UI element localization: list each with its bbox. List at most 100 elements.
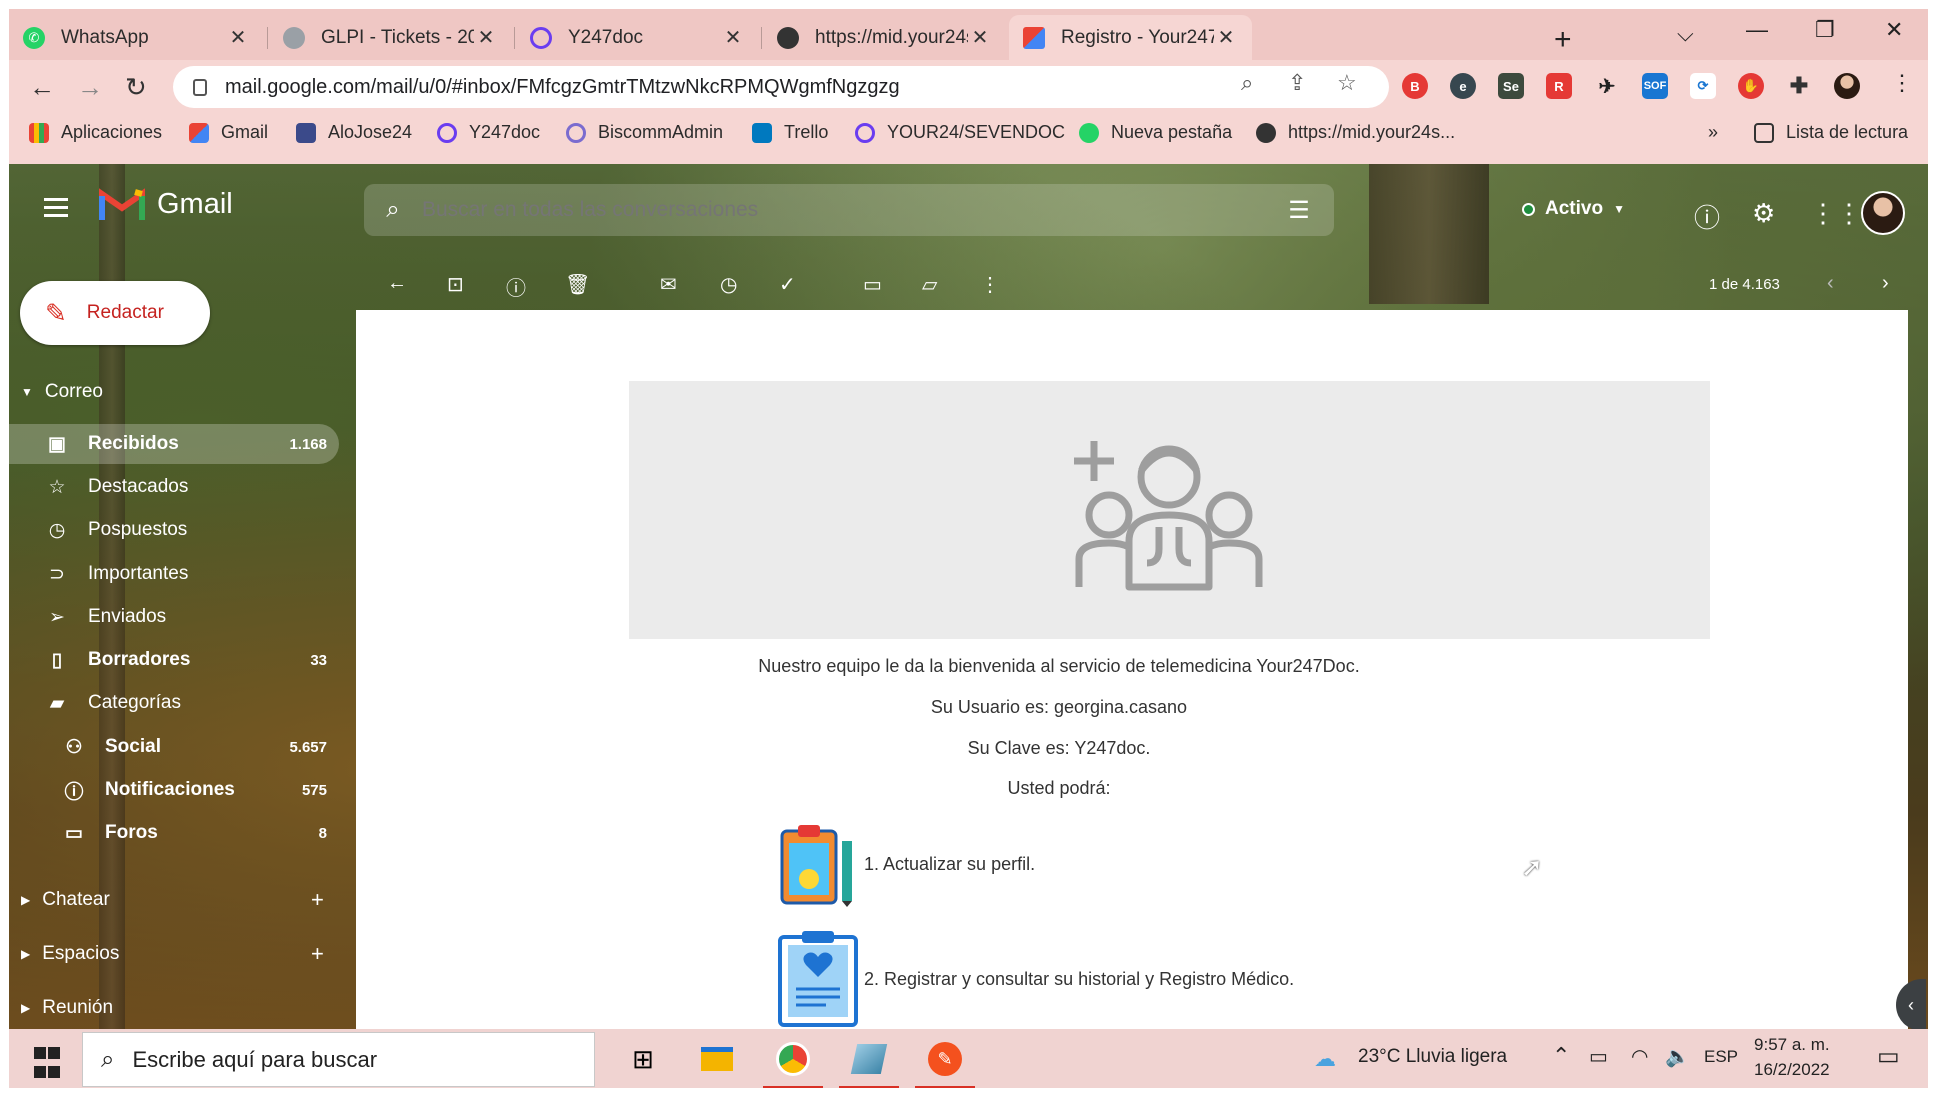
nav-inbox[interactable]: ▣ Recibidos 1.168 (9, 424, 339, 464)
bookmark-your24-sevendoc[interactable]: YOUR24/SEVENDOC (855, 122, 1065, 143)
adblock-icon[interactable]: ✋ (1738, 73, 1764, 99)
windows-start-button[interactable] (33, 1046, 61, 1084)
address-bar[interactable]: mail.google.com/mail/u/0/#inbox/FMfcgzGm… (173, 66, 1389, 108)
add-task-icon[interactable]: ✓ (779, 272, 796, 297)
nav-sent[interactable]: ➢ Enviados (9, 597, 339, 637)
reading-list-button[interactable]: Lista de lectura (1754, 122, 1908, 143)
restore-button[interactable]: ❐ (1815, 17, 1835, 43)
tab-glpi[interactable]: GLPI - Tickets - 2070 ✕ (269, 15, 512, 60)
extensions-puzzle-icon[interactable]: ✚ (1786, 73, 1812, 99)
file-explorer-icon[interactable] (695, 1037, 739, 1081)
share-icon[interactable]: ⇪ (1288, 70, 1306, 96)
account-avatar[interactable] (1861, 191, 1905, 235)
gmail-logo[interactable]: Gmail (99, 186, 233, 222)
battery-icon[interactable]: ▭ (1589, 1044, 1608, 1069)
archive-icon[interactable]: ⊡ (447, 272, 464, 297)
section-meet[interactable]: ▶ Reunión (21, 997, 113, 1019)
weather-text[interactable]: 23°C Lluvia ligera (1358, 1046, 1507, 1068)
nav-starred[interactable]: ☆ Destacados (9, 467, 339, 507)
chrome-taskbar-icon[interactable] (763, 1037, 823, 1088)
zoom-icon[interactable]: ⌕ (1241, 70, 1253, 96)
status-selector[interactable]: Activo ▼ (1522, 198, 1625, 220)
extension-icon[interactable]: R (1546, 73, 1572, 99)
chrome-menu-icon[interactable]: ⋮ (1891, 70, 1913, 96)
close-icon[interactable]: ✕ (721, 25, 745, 50)
search-icon[interactable]: ⌕ (364, 196, 422, 224)
nav-category-social[interactable]: ⚇ Social 5.657 (9, 727, 339, 767)
notepad-app-icon[interactable] (839, 1037, 899, 1088)
help-icon[interactable]: ⓘ (1694, 198, 1720, 235)
close-window-button[interactable]: ✕ (1885, 17, 1903, 43)
extension-icon[interactable]: ✈ (1594, 73, 1620, 99)
taskbar-search[interactable]: ⌕ Escribe aquí para buscar (82, 1032, 595, 1087)
nav-drafts[interactable]: ▯ Borradores 33 (9, 640, 339, 680)
delete-icon[interactable]: 🗑 (565, 272, 590, 297)
add-space-icon[interactable]: + (311, 941, 324, 967)
clock[interactable]: 9:57 a. m. 16/2/2022 (1754, 1035, 1830, 1080)
notifications-icon[interactable]: ▭ (1877, 1042, 1900, 1071)
tab-search-icon[interactable]: ⌵ (1677, 21, 1694, 47)
drawing-app-icon[interactable]: ✎ (915, 1037, 975, 1088)
tab-mid-your24sevendoc[interactable]: https://mid.your24sevend ✕ (763, 15, 1006, 60)
extension-icon[interactable]: e (1450, 73, 1476, 99)
forward-button[interactable]: → (77, 72, 103, 103)
reload-button[interactable]: ↻ (125, 72, 147, 103)
extension-icon[interactable]: B (1402, 73, 1428, 99)
bookmark-nueva-pestana[interactable]: Nueva pestaña (1079, 122, 1232, 143)
nav-categories[interactable]: ▰ Categorías (9, 683, 339, 723)
show-hidden-icons[interactable]: ⌃ (1552, 1043, 1570, 1069)
back-button[interactable]: ← (29, 72, 55, 103)
search-options-icon[interactable]: ☰ (1264, 196, 1334, 225)
bookmark-alojose24[interactable]: AloJose24 (296, 122, 412, 143)
close-icon[interactable]: ✕ (474, 25, 498, 50)
wifi-icon[interactable]: ◠ (1631, 1044, 1648, 1069)
close-icon[interactable]: ✕ (226, 25, 250, 50)
search-input[interactable] (422, 198, 1264, 222)
new-tab-button[interactable]: + (1554, 23, 1572, 57)
bookmark-apps[interactable]: Aplicaciones (29, 122, 162, 143)
volume-icon[interactable]: 🔈 (1665, 1044, 1690, 1069)
more-options-icon[interactable]: ⋮ (980, 272, 1000, 297)
older-icon[interactable]: › (1882, 272, 1889, 295)
add-chat-icon[interactable]: + (311, 887, 324, 913)
close-icon[interactable]: ✕ (968, 25, 992, 50)
newer-icon[interactable]: ‹ (1827, 272, 1834, 295)
profile-avatar[interactable] (1834, 73, 1860, 99)
extension-icon[interactable]: ⟳ (1690, 73, 1716, 99)
bookmark-star-icon[interactable]: ☆ (1337, 70, 1357, 96)
bookmark-trello[interactable]: Trello (752, 122, 828, 143)
tab-registro-your247doc[interactable]: Registro - Your247Doc - k ✕ (1009, 15, 1252, 60)
task-view-icon[interactable]: ⊞ (621, 1037, 665, 1081)
settings-gear-icon[interactable]: ⚙ (1752, 198, 1775, 229)
tab-whatsapp[interactable]: ✆ WhatsApp ✕ (9, 15, 264, 60)
language-indicator[interactable]: ESP (1704, 1047, 1738, 1067)
snooze-icon[interactable]: ◷ (720, 272, 737, 297)
report-spam-icon[interactable]: ⓘ (506, 272, 526, 301)
move-to-icon[interactable]: ▭ (863, 272, 882, 297)
nav-category-forums[interactable]: ▭ Foros 8 (9, 813, 339, 853)
bookmark-y247doc[interactable]: Y247doc (437, 122, 540, 143)
section-spaces[interactable]: ▶ Espacios + (21, 941, 341, 967)
mark-unread-icon[interactable]: ✉ (660, 272, 677, 297)
main-menu-icon[interactable] (44, 198, 68, 222)
mail-search[interactable]: ⌕ ☰ (364, 184, 1334, 236)
close-icon[interactable]: ✕ (1214, 25, 1238, 50)
nav-category-updates[interactable]: ⓘ Notificaciones 575 (9, 770, 339, 810)
section-chat[interactable]: ▶ Chatear + (21, 887, 341, 913)
nav-snoozed[interactable]: ◷ Pospuestos (9, 510, 339, 550)
label-icon[interactable]: ▱ (922, 272, 937, 297)
section-mail[interactable]: ▼ Correo (21, 381, 103, 403)
bookmarks-overflow[interactable]: » (1708, 122, 1718, 143)
bookmark-biscommadmin[interactable]: BiscommAdmin (566, 122, 723, 143)
nav-important[interactable]: ⊃ Importantes (9, 554, 339, 594)
minimize-button[interactable]: — (1746, 17, 1768, 43)
back-arrow-icon[interactable]: ← (387, 272, 407, 295)
tab-y247doc[interactable]: Y247doc ✕ (516, 15, 759, 60)
bookmark-gmail[interactable]: Gmail (189, 122, 268, 143)
compose-button[interactable]: ✎ Redactar (20, 281, 210, 345)
google-apps-icon[interactable]: ⋮⋮ (1810, 198, 1862, 229)
selenium-extension-icon[interactable]: Se (1498, 73, 1524, 99)
gmail-icon (189, 122, 209, 143)
sof-extension-icon[interactable]: SOF (1642, 73, 1668, 99)
bookmark-mid-your24s[interactable]: https://mid.your24s... (1256, 122, 1455, 143)
